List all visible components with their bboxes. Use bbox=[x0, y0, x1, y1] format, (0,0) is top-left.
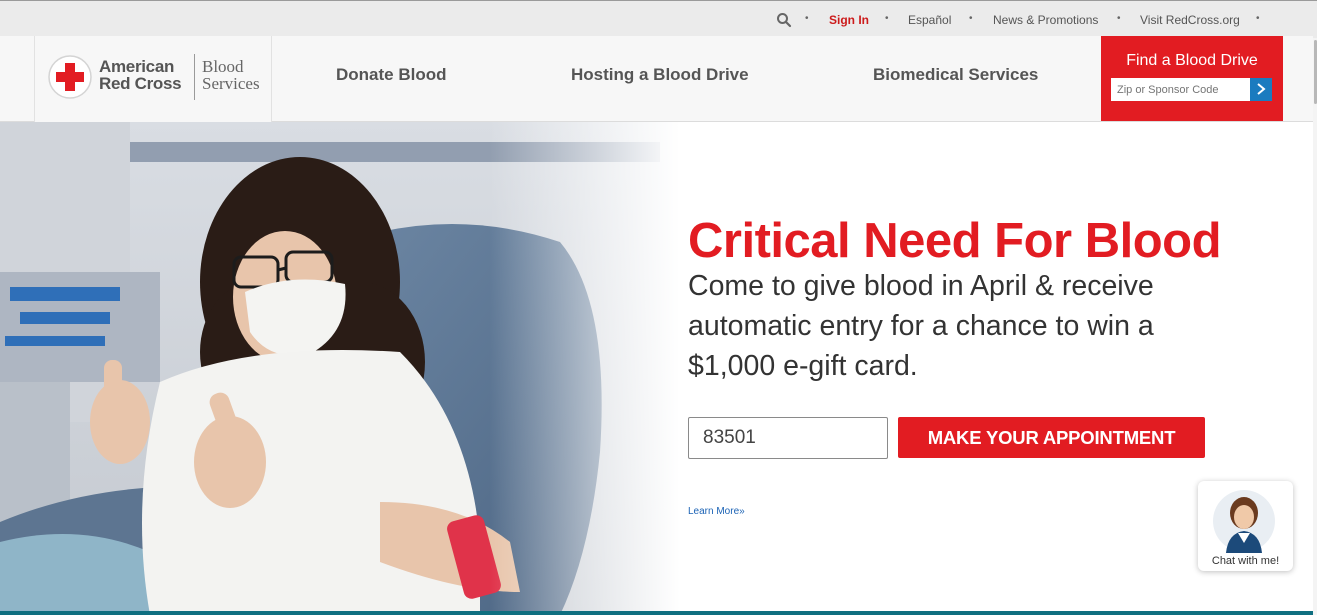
chat-widget[interactable]: Chat with me! bbox=[1198, 481, 1293, 571]
red-cross-logo-icon bbox=[48, 55, 92, 99]
visit-redcross-link[interactable]: Visit RedCross.org bbox=[1140, 13, 1240, 27]
zip-sponsor-input[interactable] bbox=[1111, 78, 1250, 101]
learn-more-link[interactable]: Learn More» bbox=[688, 506, 745, 517]
separator-dot: • bbox=[1256, 13, 1260, 24]
chevron-right-icon bbox=[1257, 83, 1266, 95]
logo[interactable]: American Red Cross Blood Services bbox=[34, 36, 272, 122]
logo-line-2: Red Cross bbox=[99, 74, 182, 93]
logo-sub-line-1: Blood bbox=[202, 57, 244, 76]
search-icon[interactable] bbox=[776, 12, 792, 28]
logo-sub-line-2: Services bbox=[202, 74, 260, 93]
separator-dot: • bbox=[885, 13, 889, 24]
separator-dot: • bbox=[805, 13, 809, 24]
news-promotions-link[interactable]: News & Promotions bbox=[993, 13, 1098, 27]
logo-wordmark: American Red Cross bbox=[99, 57, 182, 93]
find-blood-drive-panel: Find a Blood Drive bbox=[1101, 36, 1283, 121]
logo-line-1: American bbox=[99, 57, 175, 76]
hero-subtitle: Come to give blood in April & receive au… bbox=[688, 270, 1154, 382]
scrollbar-track[interactable] bbox=[1313, 38, 1317, 615]
main-header: American Red Cross Blood Services Donate… bbox=[0, 36, 1313, 122]
chat-agent-avatar-icon bbox=[1213, 490, 1275, 553]
logo-subbrand: Blood Services bbox=[202, 58, 260, 92]
nav-donate-blood[interactable]: Donate Blood bbox=[336, 65, 447, 85]
donor-photo bbox=[0, 122, 680, 615]
find-blood-drive-title: Find a Blood Drive bbox=[1126, 52, 1258, 69]
nav-hosting-blood-drive[interactable]: Hosting a Blood Drive bbox=[571, 65, 749, 85]
make-appointment-button[interactable]: MAKE YOUR APPOINTMENT bbox=[898, 417, 1205, 458]
separator-dot: • bbox=[1117, 13, 1121, 24]
nav-biomedical-services[interactable]: Biomedical Services bbox=[873, 65, 1038, 85]
find-go-button[interactable] bbox=[1250, 78, 1272, 101]
logo-divider bbox=[194, 54, 195, 100]
sign-in-link[interactable]: Sign In bbox=[829, 13, 869, 27]
chat-label: Chat with me! bbox=[1211, 555, 1280, 567]
appointment-zip-input[interactable] bbox=[688, 417, 888, 459]
bottom-stripe bbox=[0, 611, 1313, 615]
hero-title: Critical Need For Blood bbox=[688, 214, 1222, 268]
espanol-link[interactable]: Español bbox=[908, 13, 951, 27]
utility-bar: • Sign In • Español • News & Promotions … bbox=[0, 0, 1317, 38]
separator-dot: • bbox=[969, 13, 973, 24]
